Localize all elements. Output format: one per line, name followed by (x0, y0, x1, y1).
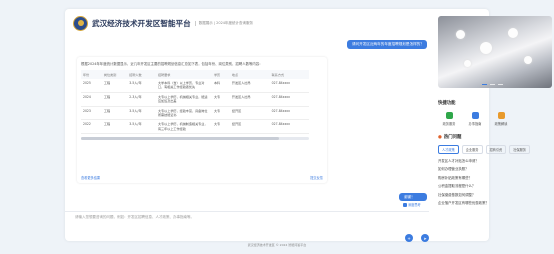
quick-function-item[interactable]: 政务服务 (442, 112, 456, 126)
platform-title: 武汉经济技术开发区智能平台 (92, 18, 191, 28)
main-panel: 武汉经济技术开发区智能平台 数据展示 | 2024年度统计查询服务 请问开发区近… (65, 9, 552, 242)
table-cell: 3-5人/年 (127, 119, 156, 135)
more-results-link[interactable]: 查看更多结果 (81, 175, 100, 180)
table-cell: 大专以上学历，机械制造相关专业，有三年以上工作经验 (155, 119, 212, 135)
deep-think-toggle[interactable]: 深度思考 (403, 202, 421, 207)
header-subtitle: 数据展示 | 2024年度统计查询服务 (194, 20, 253, 26)
table-cell: 经开区 (229, 106, 270, 121)
tab-1[interactable]: 人才政策 (438, 145, 459, 154)
input-placeholder: 请输入您想要咨询的问题，例如：开发区招聘信息、人才政策、办事指南等。 (75, 215, 194, 219)
table-cell: 开发区人社局 (229, 92, 270, 107)
quick-function-item[interactable]: 办事指南 (468, 112, 482, 126)
quick-function-icon (471, 112, 479, 119)
user-message: 请问开发区近两年的年度招聘规划是怎样的？ (347, 40, 427, 49)
table-header-cell: 学历 (211, 70, 230, 79)
attachment-icon[interactable]: + (405, 234, 413, 242)
sidebar: 快捷功能 政务服务 办事指南 政策解读 ● 热门问题 人才政策 企业服务 招商引资 社保服… (438, 16, 552, 208)
question-tabs: 人才政策 企业服务 招商引资 社保服务 (438, 145, 552, 154)
table-cell: 大专 (211, 119, 230, 135)
carousel-dots[interactable] (482, 83, 503, 85)
table-cell: 大专以上学历，经验丰富，具备岗位所需技能证书 (155, 106, 212, 121)
quick-functions-title: 快捷功能 (438, 100, 552, 106)
user-message: 谢谢！ (399, 193, 427, 201)
hot-question-item[interactable]: 企业落户开发区有哪些优惠政策？ (438, 200, 552, 208)
table-cell: 大学本科（含）以上学历，专业对口，有相关工作经验者优先 (155, 79, 212, 93)
emblem-logo (73, 15, 88, 31)
table-row: 2022 工程 3-5人/年 大专以上学历，机械制造相关专业，有三年以上工作经验 大专经… (81, 119, 309, 135)
horizontal-scrollbar[interactable] (81, 137, 309, 141)
quick-function-item[interactable]: 政策解读 (494, 112, 508, 126)
message-input[interactable]: 请输入您想要咨询的问题，例如：开发区招聘信息、人才政策、办事指南等。 (73, 213, 429, 237)
assistant-answer: 根据2024年年度统计数据显示，近几年开发区主要的招聘规划信息汇总如下表，包括年… (77, 57, 327, 183)
table-cell: 大专 (211, 106, 230, 121)
quick-function-icon (445, 112, 453, 119)
tab-3[interactable]: 招商引资 (485, 145, 507, 154)
checkbox-icon (403, 202, 407, 207)
table-cell: 工程 (101, 92, 128, 107)
table-cell: 3-5人/年 (127, 106, 156, 121)
table-cell: 经开区 (229, 119, 270, 135)
tab-2[interactable]: 企业服务 (461, 145, 483, 154)
table-cell: 大专以上学历，机械相关专业，能适应加班及出差 (155, 92, 212, 107)
tab-4[interactable]: 社保服务 (509, 145, 530, 154)
blossom-decoration (508, 28, 518, 38)
blossom-decoration (524, 56, 532, 64)
blossom-decoration (464, 60, 471, 67)
table-cell: 2025 (81, 79, 102, 93)
table-cell: 3-5人/年 (127, 79, 156, 93)
table-cell: 工程 (101, 79, 128, 93)
quick-function-label: 办事指南 (468, 122, 482, 126)
table-header-cell: 招聘要求 (155, 70, 212, 79)
quick-functions-label: 快捷功能 (438, 101, 456, 106)
table-cell: 2022 (81, 119, 102, 135)
table-header-cell: 联系方式 (269, 70, 309, 79)
quick-function-icon (497, 112, 505, 119)
hot-question-item[interactable]: 公积金提取流程是什么？ (438, 183, 552, 191)
table-cell: 2024 (81, 92, 102, 107)
hot-question-item[interactable]: 如何办理营业执照？ (438, 166, 552, 174)
table-row: 2025 工程 3-5人/年 大学本科（含）以上学历，专业对口，有相关工作经验者优先本… (81, 79, 309, 93)
table-header-cell: 招聘人数 (127, 70, 156, 79)
divider (65, 211, 429, 212)
hot-question-item[interactable]: 开发区人才补贴怎么申请？ (438, 158, 552, 166)
table-header-cell: 岗位类别 (101, 70, 128, 79)
hot-questions-label: 热门问题 (443, 135, 462, 140)
table-cell: 027-84xxxx (269, 79, 309, 93)
footer: 武汉经济技术开发区 © 2024 智能问答平台 (247, 243, 307, 247)
table-cell: 2023 (81, 106, 102, 121)
quick-functions: 政务服务 办事指南 政策解读 (438, 112, 552, 126)
blossom-decoration (480, 42, 492, 54)
hot-question-item[interactable]: 购房补贴政策有哪些？ (438, 175, 552, 183)
quick-function-label: 政务服务 (442, 122, 456, 126)
question-list: 开发区人才补贴怎么申请？ 如何办理营业执照？ 购房补贴政策有哪些？ 公积金提取流程是什… (438, 158, 552, 208)
table-header-row: 年份 岗位类别 招聘人数 招聘要求 学历 地点 联系方式 (81, 70, 309, 79)
table-cell: 工程 (101, 106, 128, 121)
fire-icon: ● (438, 134, 442, 140)
recruitment-table: 年份 岗位类别 招聘人数 招聘要求 学历 地点 联系方式 2025 工程 3-5人/年 大学本科（… (81, 70, 309, 135)
table-row: 2023 工程 3-5人/年 大专以上学历，经验丰富，具备岗位所需技能证书 大专 经开区 0… (81, 106, 309, 121)
feedback-link[interactable]: 提交反馈 (310, 175, 323, 180)
table-cell: 工程 (101, 119, 128, 135)
banner-image[interactable] (438, 16, 552, 88)
table-header-cell: 地点 (229, 70, 270, 79)
send-button[interactable]: ➤ (421, 234, 429, 242)
table-cell: 027-84xxxx (269, 92, 309, 107)
table-cell: 2-3人/年 (127, 92, 156, 107)
header: 武汉经济技术开发区智能平台 数据展示 | 2024年度统计查询服务 (73, 14, 253, 32)
table-cell: 大专 (211, 92, 230, 107)
table-cell: 027-84xxxx (269, 119, 309, 135)
table-cell: 开发区人社局 (229, 79, 270, 93)
quick-function-label: 政策解读 (494, 122, 508, 126)
table-cell: 本科 (211, 79, 230, 93)
hot-question-item[interactable]: 社保缴费基数如何调整？ (438, 192, 552, 200)
blossom-decoration (456, 30, 465, 39)
table-cell: 027-84xxxx (269, 106, 309, 121)
answer-intro: 根据2024年年度统计数据显示，近几年开发区主要的招聘规划信息汇总如下表，包括年… (81, 62, 263, 66)
deep-think-label: 深度思考 (408, 203, 421, 207)
chat-area: 请问开发区近两年的年度招聘规划是怎样的？ 根据2024年年度统计数据显示，近几年… (73, 33, 429, 211)
table-row: 2024 工程 2-3人/年 大专以上学历，机械相关专业，能适应加班及出差 大专 开发区人… (81, 92, 309, 107)
table-header-cell: 年份 (81, 70, 102, 79)
hot-questions-title: ● 热门问题 (438, 134, 552, 141)
